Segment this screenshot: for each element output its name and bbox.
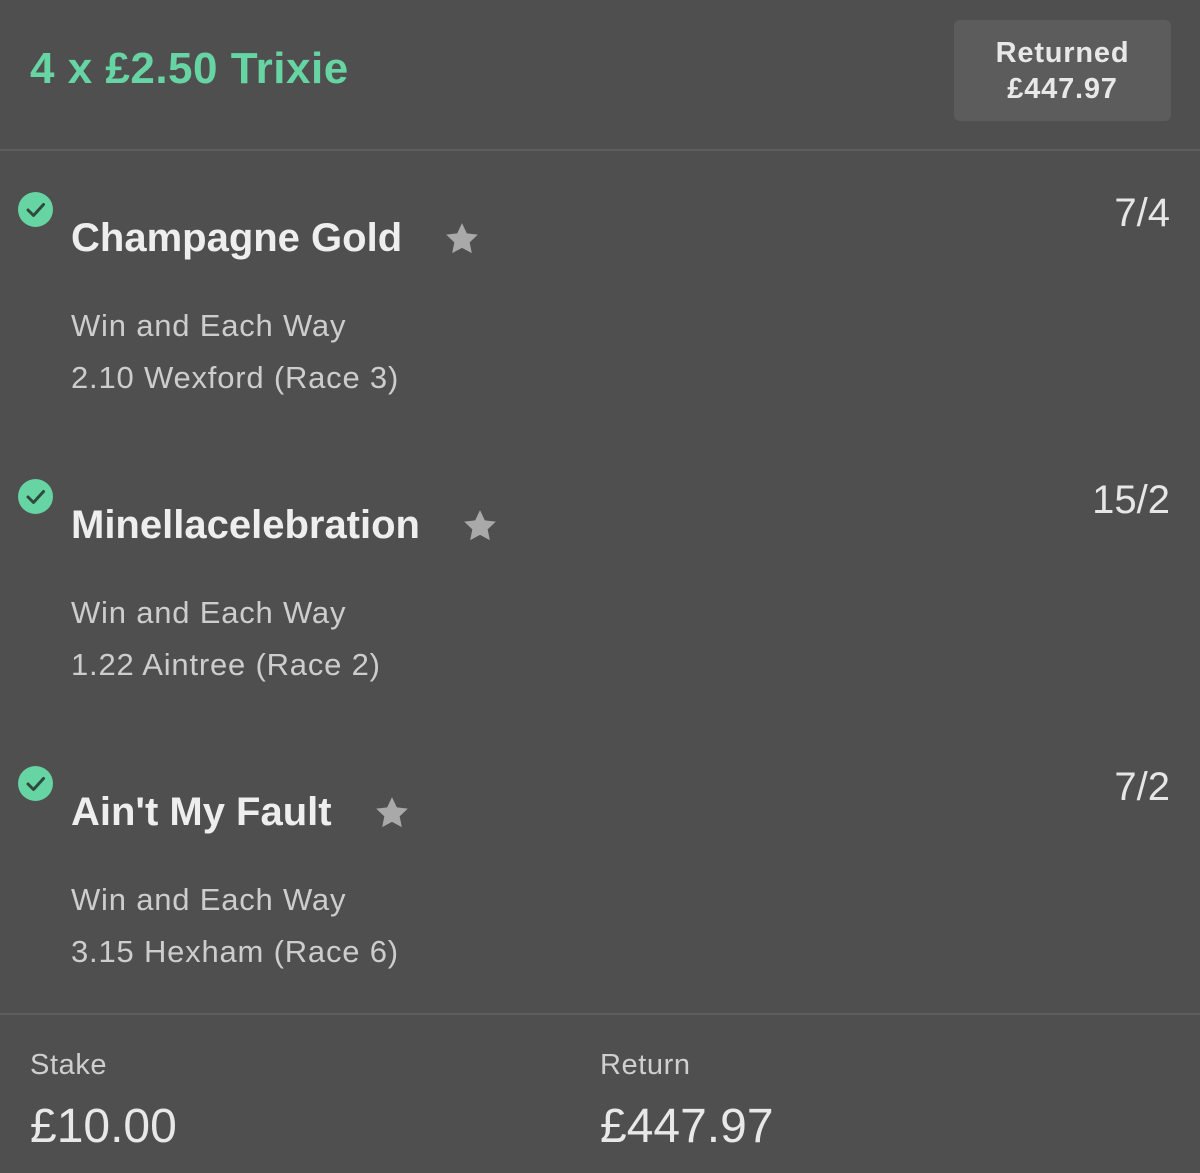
bet-footer: Stake £10.00 Return £447.97 [0,1013,1200,1173]
selection-odds: 7/4 [1114,191,1170,235]
selection-event: 3.15 Hexham (Race 6) [71,934,399,969]
selection-name-row: Minellacelebration [71,503,500,548]
check-circle-icon [18,479,53,514]
selection-item[interactable]: Minellacelebration 15/2 Win and Each Way… [0,438,1200,725]
selection-name: Champagne Gold [71,216,403,260]
selection-odds: 7/2 [1114,765,1170,809]
stake-value: £10.00 [30,1100,177,1153]
returned-badge: Returned £447.97 [954,20,1171,121]
return-value: £447.97 [600,1100,774,1153]
selection-event: 1.22 Aintree (Race 2) [71,647,381,682]
returned-label: Returned [995,36,1130,69]
selection-market: Win and Each Way [71,308,347,343]
return-label: Return [600,1049,691,1081]
check-circle-icon [18,766,53,801]
selection-odds: 15/2 [1092,478,1170,522]
selection-event: 2.10 Wexford (Race 3) [71,360,400,395]
selection-name: Minellacelebration [71,503,420,547]
selection-item[interactable]: Ain't My Fault 7/2 Win and Each Way 3.15… [0,725,1200,1012]
selection-name-row: Ain't My Fault [71,790,412,835]
selection-name-row: Champagne Gold [71,216,482,261]
star-icon[interactable] [460,506,500,546]
selection-item[interactable]: Champagne Gold 7/4 Win and Each Way 2.10… [0,151,1200,438]
bet-title: 4 x £2.50 Trixie [30,44,349,93]
selection-name: Ain't My Fault [71,790,332,834]
selection-market: Win and Each Way [71,595,347,630]
returned-value: £447.97 [1007,72,1118,105]
check-circle-icon [18,192,53,227]
star-icon[interactable] [442,219,482,259]
stake-label: Stake [30,1049,108,1081]
selection-market: Win and Each Way [71,882,347,917]
bet-header: 4 x £2.50 Trixie Returned £447.97 [0,0,1200,151]
star-icon[interactable] [372,793,412,833]
